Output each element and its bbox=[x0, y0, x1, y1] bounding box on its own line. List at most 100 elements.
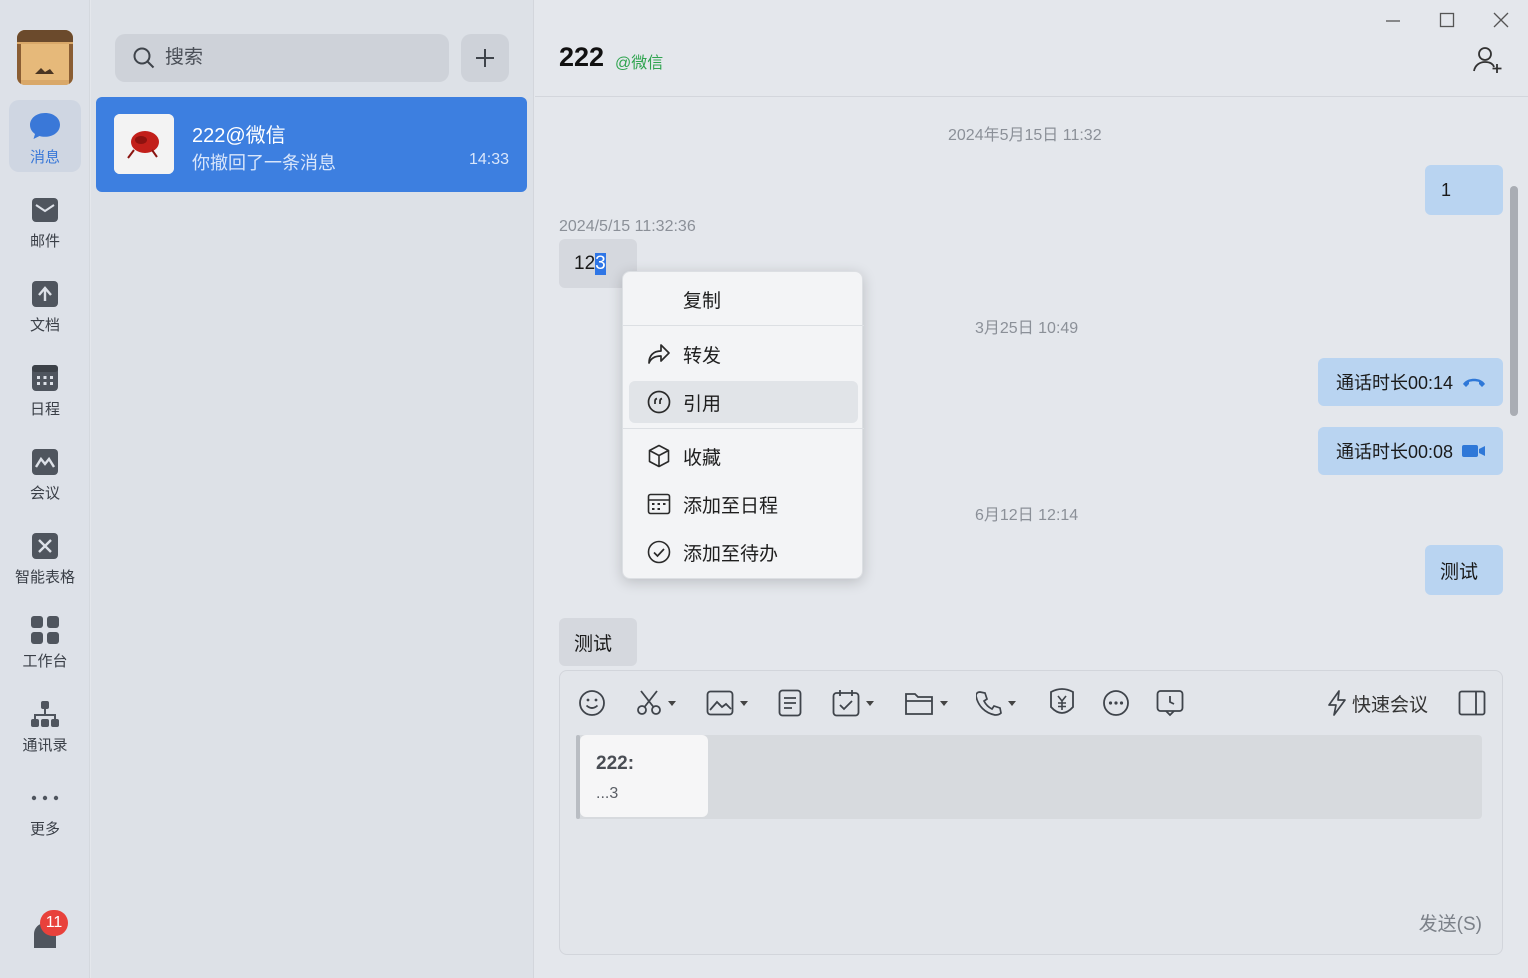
add-person-icon bbox=[1473, 47, 1502, 73]
nav-label-meeting: 会议 bbox=[29, 485, 60, 502]
quick-meeting-button[interactable]: 快速会议 bbox=[1326, 687, 1428, 719]
chat-bubble-icon bbox=[29, 110, 61, 142]
menu-item-copy[interactable]: 复制 bbox=[629, 278, 858, 320]
document-button[interactable] bbox=[778, 687, 802, 719]
call-duration-text: 通话时长00:08 bbox=[1336, 442, 1454, 462]
nav-item-messages[interactable]: 消息 bbox=[9, 100, 81, 172]
nav-label-contacts: 通讯录 bbox=[22, 737, 68, 754]
nav-item-meeting[interactable]: 会议 bbox=[9, 436, 81, 508]
folder-button[interactable] bbox=[904, 687, 948, 719]
document-icon bbox=[29, 278, 61, 310]
nav-item-calendar[interactable]: 日程 bbox=[9, 352, 81, 424]
message-text: 测试 bbox=[574, 633, 613, 655]
plus-icon bbox=[476, 49, 494, 67]
selected-text: 3 bbox=[595, 252, 606, 275]
minimize-icon bbox=[1386, 20, 1400, 22]
left-nav: 消息 邮件 文档 日程 会议 智能表格 工作台 通讯录 更多 11 bbox=[0, 0, 90, 978]
chevron-down-icon bbox=[740, 700, 748, 706]
send-button[interactable]: 发送(S) bbox=[1419, 909, 1482, 936]
phone-icon bbox=[976, 691, 1002, 716]
phone-icon bbox=[1463, 378, 1486, 387]
add-member-button[interactable] bbox=[1472, 44, 1504, 76]
more-tools-button[interactable] bbox=[1102, 687, 1130, 719]
message-composer: 快速会议 222: ...3 发送(S) bbox=[559, 670, 1503, 955]
nav-item-smart-sheet[interactable]: 智能表格 bbox=[9, 520, 81, 592]
menu-item-label: 复制 bbox=[683, 290, 722, 312]
message-bubble-mine[interactable]: 测试 bbox=[1425, 545, 1503, 595]
call-record-bubble[interactable]: 通话时长00:14 bbox=[1318, 358, 1503, 406]
conversation-item[interactable]: 222@微信 你撤回了一条消息 14:33 bbox=[96, 97, 527, 192]
menu-divider bbox=[623, 325, 864, 326]
mail-icon bbox=[29, 194, 61, 226]
call-button[interactable] bbox=[976, 687, 1016, 719]
chevron-down-icon bbox=[866, 700, 874, 706]
quick-meeting-label: 快速会议 bbox=[1352, 694, 1429, 716]
more-circle-icon bbox=[1103, 690, 1129, 716]
add-button[interactable] bbox=[461, 34, 509, 82]
menu-item-quote[interactable]: 引用 bbox=[629, 381, 858, 423]
time-separator: 2024年5月15日 11:32 bbox=[948, 127, 1102, 144]
image-button[interactable] bbox=[706, 687, 748, 719]
folder-icon bbox=[905, 693, 933, 715]
emoji-button[interactable] bbox=[578, 687, 606, 719]
screenshot-button[interactable] bbox=[636, 687, 676, 719]
quote-text: ...3 bbox=[596, 785, 619, 802]
nav-label-more: 更多 bbox=[29, 821, 60, 838]
time-separator: 6月12日 12:14 bbox=[975, 507, 1079, 524]
nav-item-contacts[interactable]: 通讯录 bbox=[9, 688, 81, 760]
nav-item-more[interactable]: 更多 bbox=[9, 772, 81, 844]
nav-label-messages: 消息 bbox=[29, 149, 60, 166]
menu-divider bbox=[623, 428, 864, 429]
menu-item-add-schedule[interactable]: 添加至日程 bbox=[629, 483, 858, 525]
menu-item-label: 收藏 bbox=[683, 447, 722, 469]
contacts-icon bbox=[29, 698, 61, 730]
message-bubble-theirs[interactable]: 测试 bbox=[559, 618, 637, 666]
notifications-button[interactable]: 11 bbox=[28, 910, 68, 950]
maximize-icon bbox=[1439, 12, 1455, 28]
quote-preview-area: 222: ...3 bbox=[576, 735, 1482, 819]
todo-button[interactable] bbox=[832, 687, 874, 719]
menu-item-add-todo[interactable]: 添加至待办 bbox=[629, 531, 858, 573]
scrollbar[interactable] bbox=[1510, 186, 1518, 416]
minimize-button[interactable] bbox=[1381, 8, 1405, 32]
call-record-bubble[interactable]: 通话时长00:08 bbox=[1318, 427, 1503, 475]
toggle-sidebar-button[interactable] bbox=[1458, 687, 1486, 719]
menu-item-favorite[interactable]: 收藏 bbox=[629, 435, 858, 477]
nav-item-mail[interactable]: 邮件 bbox=[9, 184, 81, 256]
forward-arrow-icon bbox=[647, 342, 671, 366]
chevron-down-icon bbox=[668, 700, 676, 706]
workbench-icon bbox=[29, 614, 61, 646]
call-duration-text: 通话时长00:14 bbox=[1336, 373, 1454, 393]
more-icon bbox=[29, 782, 61, 814]
file-text-icon bbox=[778, 689, 802, 717]
side-panel-icon bbox=[1458, 690, 1486, 716]
message-text: 1 bbox=[1441, 179, 1452, 200]
quote-card[interactable]: 222: ...3 bbox=[580, 735, 708, 817]
chat-subtitle: @微信 bbox=[615, 55, 664, 72]
red-packet-button[interactable] bbox=[1048, 687, 1076, 719]
chat-header: 222 @微信 bbox=[535, 0, 1528, 97]
emoji-icon bbox=[579, 690, 605, 716]
search-box[interactable] bbox=[115, 34, 449, 82]
nav-label-calendar: 日程 bbox=[29, 401, 60, 418]
maximize-button[interactable] bbox=[1435, 8, 1459, 32]
calendar-icon bbox=[29, 362, 61, 394]
message-timestamp: 2024/5/15 11:32:36 bbox=[559, 218, 696, 235]
chat-title: 222 bbox=[559, 42, 605, 72]
history-button[interactable] bbox=[1156, 687, 1184, 719]
check-circle-icon bbox=[647, 540, 671, 564]
menu-item-label: 添加至日程 bbox=[683, 495, 779, 517]
close-button[interactable] bbox=[1489, 8, 1513, 32]
menu-item-label: 引用 bbox=[683, 393, 722, 415]
search-input[interactable] bbox=[165, 47, 425, 69]
time-separator: 3月25日 10:49 bbox=[975, 320, 1079, 337]
nav-item-workbench[interactable]: 工作台 bbox=[9, 604, 81, 676]
nav-item-docs[interactable]: 文档 bbox=[9, 268, 81, 340]
conversation-name: 222@微信 bbox=[192, 125, 286, 147]
menu-item-forward[interactable]: 转发 bbox=[629, 333, 858, 375]
cube-icon bbox=[647, 444, 671, 468]
smart-sheet-icon bbox=[29, 530, 61, 562]
user-avatar[interactable] bbox=[17, 30, 73, 85]
conversation-list-panel: 222@微信 你撤回了一条消息 14:33 bbox=[91, 0, 534, 978]
message-bubble-mine[interactable]: 1 bbox=[1425, 165, 1503, 215]
